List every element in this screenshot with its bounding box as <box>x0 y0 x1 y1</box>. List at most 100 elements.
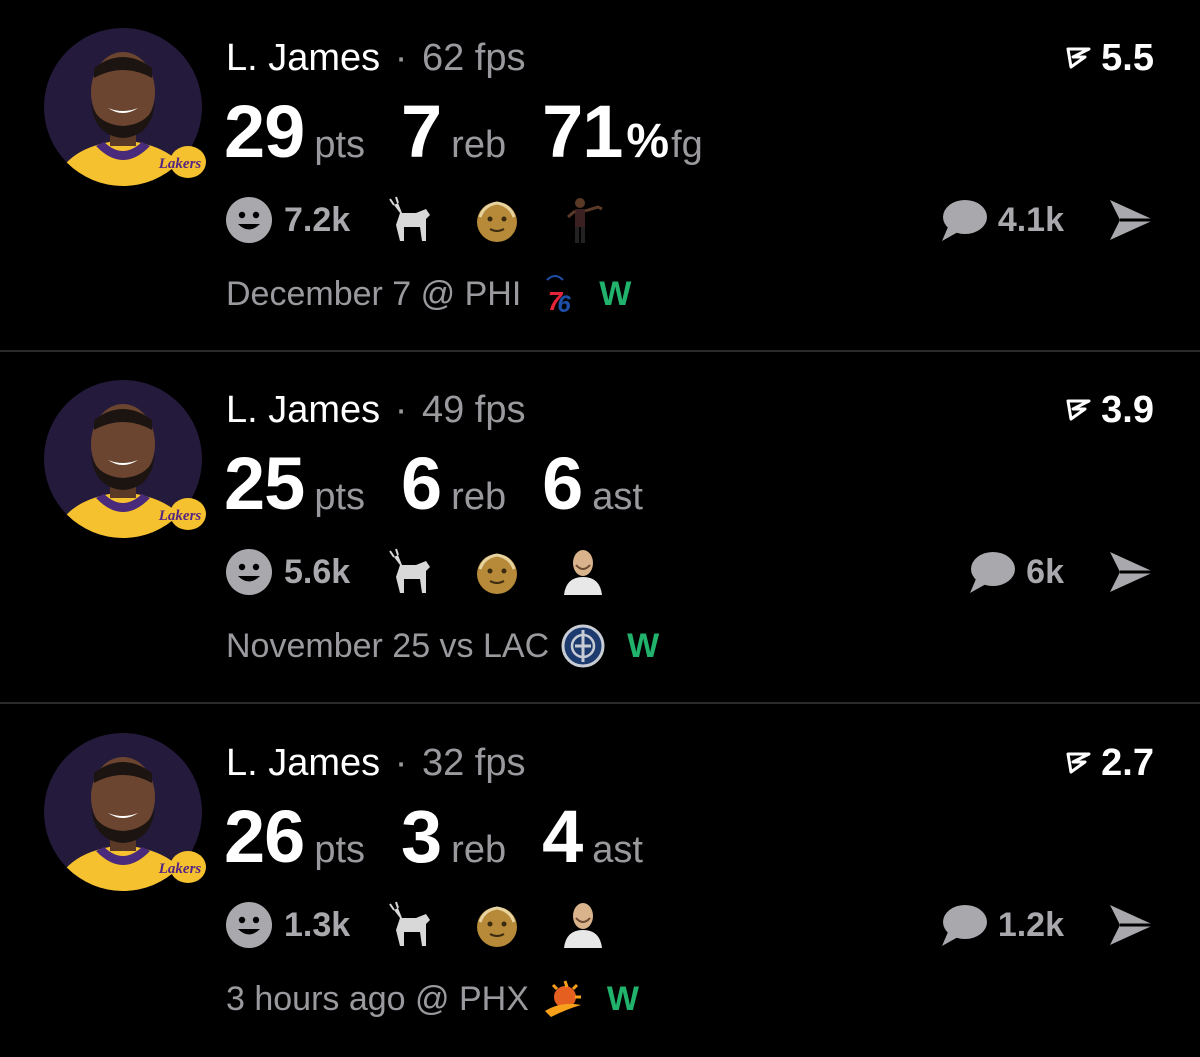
goat-emoji-icon[interactable] <box>386 547 436 597</box>
reaction-bar: 1.3k <box>224 897 608 953</box>
reaction-button[interactable]: 1.3k <box>224 900 350 950</box>
stat-unit: reb <box>451 829 507 871</box>
fps-unit: fps <box>474 37 526 79</box>
player-photo-icon <box>44 380 202 538</box>
game-post[interactable]: Lakers L. James · 49 fps 3.9 25 pts 6 re… <box>0 352 1200 704</box>
stat-line: 26 pts 3 reb 4 ast <box>224 797 679 877</box>
game-result: W <box>627 626 660 665</box>
dancing-man-sticker-icon[interactable] <box>558 195 608 245</box>
comment-count: 6k <box>1026 552 1064 591</box>
reaction-bar: 5.6k <box>224 544 608 600</box>
score-badge[interactable]: 3.9 <box>1065 388 1154 432</box>
reaction-count: 7.2k <box>284 200 351 239</box>
stat-value: 26 <box>224 795 305 878</box>
share-button[interactable] <box>1106 548 1158 596</box>
separator: · <box>394 37 408 79</box>
player-name[interactable]: L. James <box>226 389 380 431</box>
comment-bubble-icon <box>970 552 1016 593</box>
player-name[interactable]: L. James <box>226 742 380 784</box>
player-avatar[interactable] <box>44 733 202 891</box>
post-headline: L. James · 32 fps <box>226 741 526 785</box>
stat-unit: fg <box>671 124 703 166</box>
fps-value: 49 <box>421 389 465 431</box>
old-man-emoji-icon[interactable] <box>472 547 522 597</box>
send-arrow-icon <box>1110 552 1154 592</box>
stat-value: 71 <box>542 90 623 173</box>
post-divider <box>0 702 1200 704</box>
comment-count: 1.2k <box>997 905 1064 944</box>
score-badge[interactable]: 2.7 <box>1065 741 1154 785</box>
share-button[interactable] <box>1106 196 1158 244</box>
suns-logo-icon <box>541 977 585 1021</box>
stat-item: 26 pts <box>224 797 365 877</box>
stat-line: 25 pts 6 reb 6 ast <box>224 444 679 524</box>
comment-count: 4.1k <box>997 200 1064 239</box>
fps-unit: fps <box>474 742 526 784</box>
bald-man-sticker-icon[interactable] <box>558 900 608 950</box>
game-date: 3 hours ago @ PHX <box>226 979 529 1018</box>
stat-percent-sign: % <box>626 115 670 168</box>
reaction-bar: 7.2k <box>224 192 608 248</box>
stat-value: 7 <box>401 90 442 173</box>
stat-unit: pts <box>314 476 366 518</box>
clippers-logo-icon <box>561 624 605 668</box>
stat-item: 71 % fg <box>542 92 703 172</box>
pick-flag-icon <box>1066 752 1091 774</box>
stat-item: 25 pts <box>224 444 365 524</box>
score-value: 3.9 <box>1101 389 1154 431</box>
score-badge[interactable]: 5.5 <box>1065 36 1154 80</box>
game-date: November 25 vs LAC <box>226 626 550 665</box>
old-man-emoji-icon[interactable] <box>472 900 522 950</box>
fps-value: 62 <box>421 37 465 79</box>
player-avatar[interactable] <box>44 28 202 186</box>
comment-button[interactable]: 6k <box>966 544 1064 600</box>
stat-unit: pts <box>314 829 366 871</box>
bald-man-sticker-icon[interactable] <box>558 547 608 597</box>
pick-flag-icon <box>1066 399 1091 421</box>
reaction-count: 1.3k <box>284 905 351 944</box>
game-info: 3 hours ago @ PHX W <box>226 977 639 1021</box>
post-headline: L. James · 62 fps <box>226 36 526 80</box>
game-post[interactable]: Lakers L. James · 32 fps 2.7 26 pts 3 re… <box>0 705 1200 1057</box>
smiley-reaction-icon <box>226 902 272 948</box>
comment-bubble-icon <box>941 200 987 241</box>
game-post[interactable]: Lakers L. James · 62 fps 5.5 29 pts 7 re… <box>0 0 1200 352</box>
fps-value: 32 <box>421 742 465 784</box>
separator: · <box>394 389 408 431</box>
game-result: W <box>606 979 639 1018</box>
comment-button[interactable]: 4.1k <box>938 192 1064 248</box>
reaction-button[interactable]: 5.6k <box>224 547 350 597</box>
pick-flag-icon <box>1066 47 1091 69</box>
separator: · <box>394 742 408 784</box>
send-arrow-icon <box>1110 200 1154 240</box>
goat-emoji-icon[interactable] <box>386 195 436 245</box>
player-photo-icon <box>44 28 202 186</box>
game-info: December 7 @ PHI 76 W <box>226 272 631 317</box>
stat-item: 4 ast <box>542 797 643 877</box>
stat-value: 25 <box>224 442 305 525</box>
stat-value: 6 <box>401 442 442 525</box>
comment-button[interactable]: 1.2k <box>938 897 1064 953</box>
stat-value: 6 <box>542 442 583 525</box>
stat-value: 3 <box>401 795 442 878</box>
stat-unit: ast <box>592 829 643 871</box>
old-man-emoji-icon[interactable] <box>472 195 522 245</box>
smiley-reaction-icon <box>226 549 272 595</box>
game-date: December 7 @ PHI <box>226 274 522 313</box>
goat-emoji-icon[interactable] <box>386 900 436 950</box>
send-arrow-icon <box>1110 905 1154 945</box>
player-avatar[interactable] <box>44 380 202 538</box>
reaction-count: 5.6k <box>284 552 351 591</box>
stat-unit: ast <box>592 476 643 518</box>
share-button[interactable] <box>1106 901 1158 949</box>
svg-text:6: 6 <box>558 291 572 316</box>
stat-item: 7 reb <box>401 92 506 172</box>
stat-unit: reb <box>451 124 507 166</box>
stat-item: 3 reb <box>401 797 506 877</box>
reaction-button[interactable]: 7.2k <box>224 195 350 245</box>
comment-bubble-icon <box>941 905 987 946</box>
player-name[interactable]: L. James <box>226 37 380 79</box>
stat-item: 29 pts <box>224 92 365 172</box>
stat-item: 6 reb <box>401 444 506 524</box>
score-value: 2.7 <box>1101 742 1154 784</box>
